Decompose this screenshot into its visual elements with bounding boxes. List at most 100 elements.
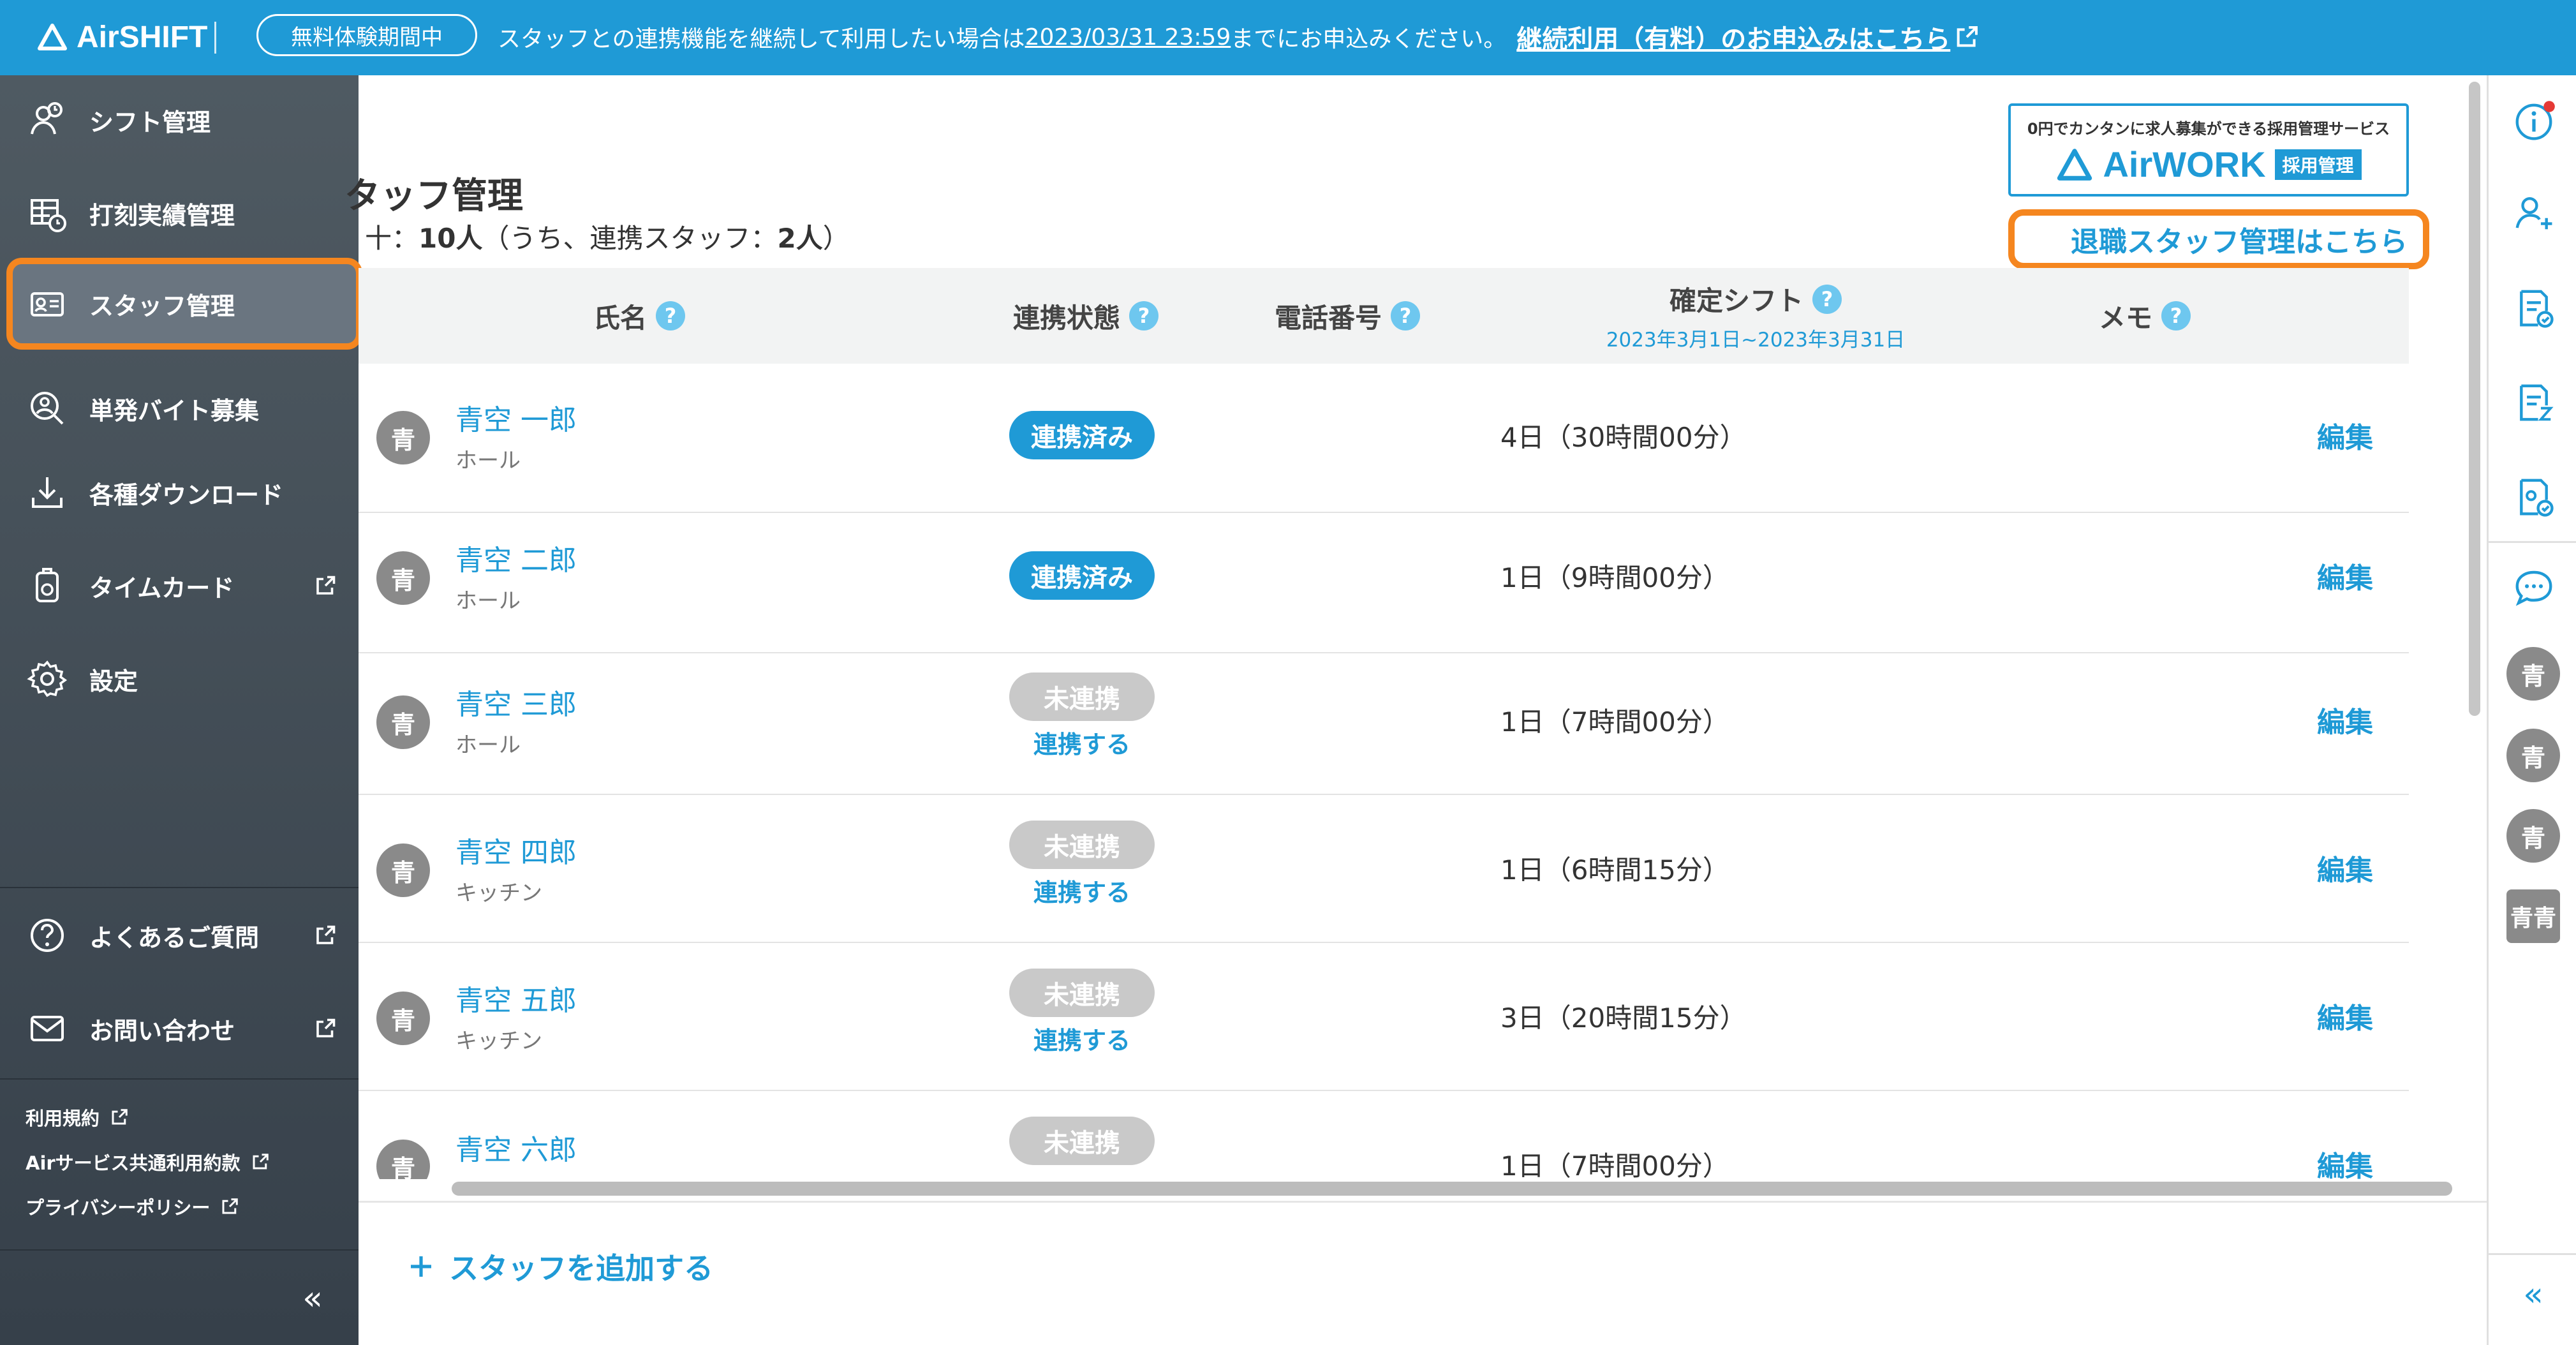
column-header-shift: 確定シフト ? 2023年3月1日~2023年3月31日 [1532, 268, 1979, 364]
sidebar-item-timecard[interactable]: タイムカード [0, 547, 359, 624]
avatar: 青 [376, 1140, 430, 1179]
rail-collapse-button[interactable]: « [2508, 1272, 2559, 1317]
column-header-status: 連携状態 ? [990, 268, 1181, 364]
help-icon[interactable]: ? [1391, 301, 1420, 331]
avatar: 青 [376, 695, 430, 749]
link-staff-button[interactable]: 連携する [1009, 725, 1155, 760]
staff-name-link[interactable]: 青空 一郎 [455, 397, 577, 438]
chat-bubble-icon[interactable] [2512, 565, 2556, 610]
column-header-memo: メモ ? [2049, 268, 2240, 364]
airwork-banner[interactable]: 0円でカンタンに求人募集ができる採用管理サービス AirWORK 採用管理 [2008, 103, 2409, 197]
add-user-icon[interactable] [2512, 190, 2556, 235]
sidebar-item-contact[interactable]: お問い合わせ [0, 990, 359, 1067]
help-icon[interactable]: ? [2161, 301, 2191, 331]
column-header-label: メモ [2098, 302, 2152, 334]
mail-icon [31, 1016, 64, 1041]
staff-name-link[interactable]: 青空 六郎 [455, 1127, 577, 1168]
banner-message-after: までにお申込みください。 [1231, 26, 1507, 52]
banner-message-before: スタッフとの連携機能を継続して利用したい場合は [498, 26, 1025, 52]
staff-name-link[interactable]: 青空 五郎 [455, 977, 577, 1018]
status-badge: 未連携 [1009, 1117, 1155, 1165]
avatar: 青 [376, 843, 430, 897]
confirmed-shift: 1日（7時間00分） [1500, 706, 1729, 738]
confirmed-shift: 4日（30時間00分） [1500, 422, 1747, 453]
edit-link[interactable]: 編集 [2317, 995, 2373, 1036]
table-row: 青 青空 三郎 ホール 未連携 連携する 1日（7時間00分） 編集 [359, 646, 2409, 795]
retired-staff-link[interactable]: 退職スタッフ管理はこちら [2008, 209, 2429, 269]
confirmed-shift: 1日（7時間00分） [1500, 1150, 1729, 1179]
staff-position: ホール [455, 588, 521, 614]
help-icon[interactable]: ? [656, 301, 685, 331]
staff-position: キッチン [455, 1029, 542, 1054]
edit-link[interactable]: 編集 [2317, 415, 2373, 456]
staff-name-link[interactable]: 青空 二郎 [455, 537, 577, 578]
privacy-policy-link[interactable]: プライバシーポリシー [26, 1193, 239, 1220]
avatar-group[interactable]: 青青 [2506, 889, 2560, 943]
help-icon[interactable]: ? [1812, 284, 1842, 314]
edit-link[interactable]: 編集 [2317, 699, 2373, 740]
terms-link-label: 利用規約 [26, 1108, 100, 1129]
external-link-icon [316, 925, 336, 944]
count-linked: 2人 [777, 223, 823, 254]
document-approve-icon[interactable] [2512, 475, 2556, 519]
table-row: 青 青空 五郎 キッチン 未連携 連携する 3日（20時間15分） 編集 [359, 942, 2409, 1091]
help-icon[interactable]: ? [1129, 301, 1158, 331]
add-staff-button[interactable]: スタッフを追加する [406, 1245, 713, 1288]
sidebar-item-settings[interactable]: 設定 [0, 641, 359, 717]
edit-link[interactable]: 編集 [2317, 555, 2373, 596]
info-icon[interactable] [2512, 100, 2556, 144]
banner-message: スタッフとの連携機能を継続して利用したい場合は 2023/03/31 23:59… [498, 18, 1980, 56]
count-prefix: 十： [365, 223, 419, 254]
common-terms-link-label: Airサービス共通利用約款 [26, 1152, 241, 1174]
staff-name-link[interactable]: 青空 四郎 [455, 829, 577, 870]
sidebar-collapse-button[interactable]: « [281, 1276, 344, 1321]
column-header-name: 氏名 ? [569, 268, 709, 364]
status-badge: 未連携 [1009, 969, 1155, 1017]
avatar[interactable]: 青 [2506, 647, 2560, 701]
vertical-scrollbar[interactable] [2469, 82, 2480, 716]
status-badge: 未連携 [1009, 672, 1155, 721]
sidebar-item-downloads[interactable]: 各種ダウンロード [0, 454, 359, 531]
edit-link[interactable]: 編集 [2317, 1143, 2373, 1179]
sidebar-divider [0, 1078, 359, 1080]
horizontal-scrollbar[interactable] [452, 1182, 2452, 1196]
table-row: 青 青空 六郎 未連携 1日（7時間00分） 編集 [359, 1090, 2409, 1179]
privacy-policy-link-label: プライバシーポリシー [26, 1197, 211, 1219]
airwork-tag: 採用管理 [2274, 149, 2362, 180]
common-terms-link[interactable]: Airサービス共通利用約款 [26, 1148, 270, 1175]
sidebar-divider [0, 887, 359, 888]
column-header-label: 氏名 [593, 302, 647, 334]
document-check-icon[interactable] [2512, 286, 2556, 331]
external-link-icon [316, 576, 336, 595]
column-header-label: 確定シフト [1669, 285, 1803, 316]
sidebar-item-recruit[interactable]: 単発バイト募集 [0, 370, 359, 447]
edit-link[interactable]: 編集 [2317, 847, 2373, 888]
table-clock-icon [31, 199, 66, 232]
continue-subscription-link[interactable]: 継続利用（有料）のお申込みはこちら [1516, 19, 1950, 56]
sidebar-item-shift[interactable]: シフト管理 [0, 82, 359, 158]
sidebar-item-label: お問い合わせ [89, 1016, 235, 1045]
avatar[interactable]: 青 [2506, 729, 2560, 782]
terms-link[interactable]: 利用規約 [26, 1104, 129, 1131]
staff-table-header: 氏名 ? 連携状態 ? 電話番号 ? 確定シフト ? 2023年3月1日~202… [359, 268, 2409, 364]
airshift-logo-icon [38, 24, 67, 50]
trial-banner: AirSHIFT 無料体験期間中 スタッフとの連携機能を継続して利用したい場合は… [0, 0, 2576, 75]
link-staff-button[interactable]: 連携する [1009, 1021, 1155, 1056]
avatar[interactable]: 青 [2506, 809, 2560, 863]
staff-position: キッチン [455, 881, 542, 906]
shift-date-range: 2023年3月1日~2023年3月31日 [1606, 329, 1906, 352]
link-staff-button[interactable]: 連携する [1009, 873, 1155, 908]
right-rail: 青 青 青 青青 « [2487, 75, 2576, 1345]
document-clock-icon[interactable] [2512, 380, 2556, 425]
page-title: タッフ管理 [344, 175, 523, 217]
count-total: 10人 [418, 223, 483, 254]
sidebar-item-faq[interactable]: よくあるご質問 [0, 897, 359, 974]
table-row: 青 青空 一郎 ホール 連携済み 4日（30時間00分） 編集 [359, 364, 2409, 513]
gear-icon [27, 660, 68, 697]
sidebar-item-timestamps[interactable]: 打刻実績管理 [0, 175, 359, 251]
external-link-icon [316, 1018, 336, 1037]
sidebar-item-staff[interactable]: スタッフ管理 [0, 265, 359, 342]
staff-name-link[interactable]: 青空 三郎 [455, 681, 577, 722]
rail-divider [2489, 541, 2576, 543]
airshift-logo[interactable]: AirSHIFT [37, 17, 207, 57]
